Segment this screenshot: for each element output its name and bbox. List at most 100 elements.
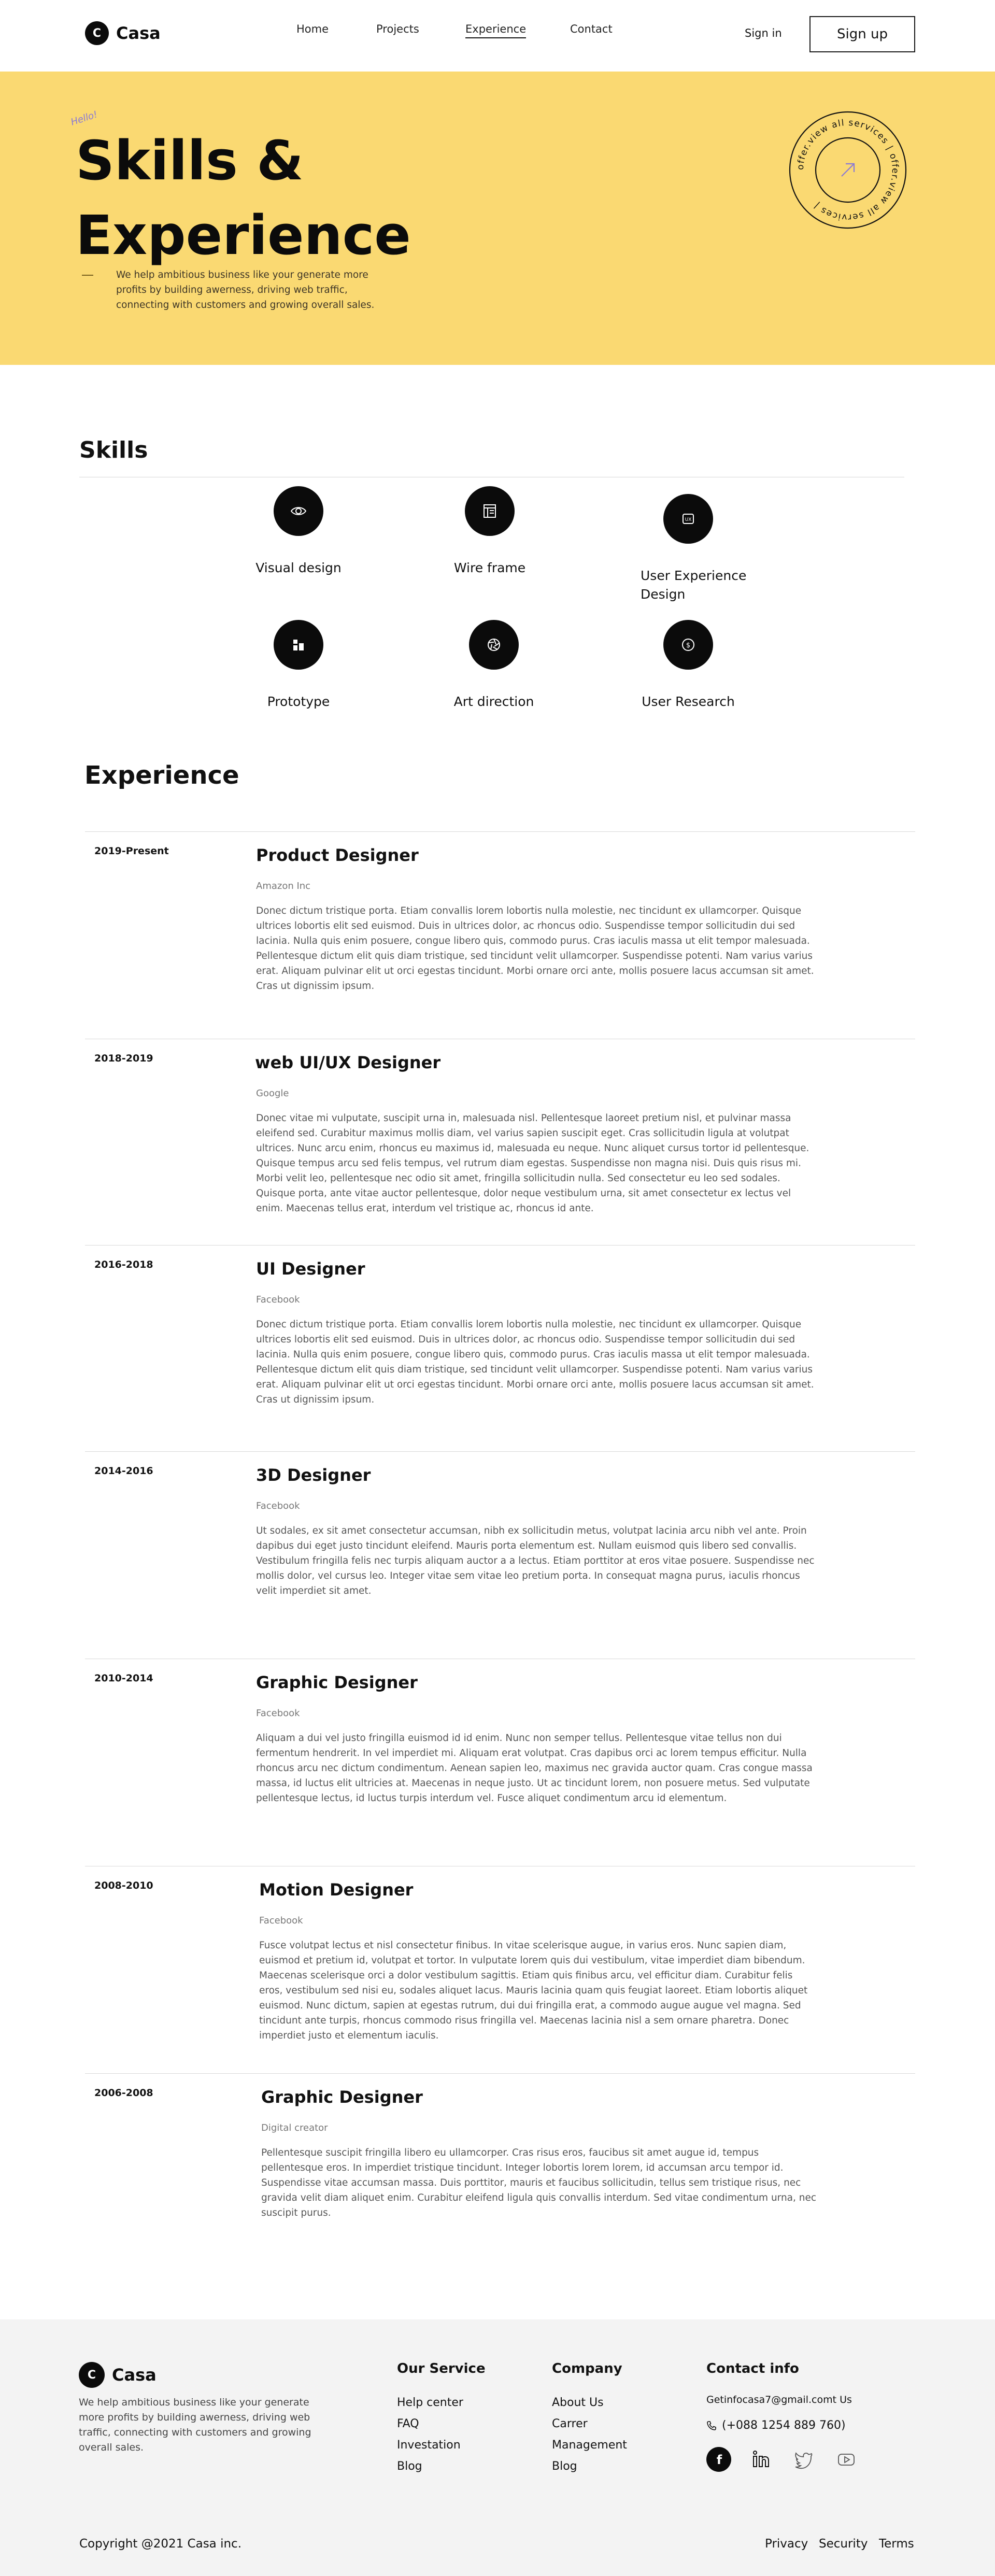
experience-years: 2010-2014 (94, 1673, 153, 1684)
experience-company: Facebook (256, 1294, 300, 1305)
footer-service-title: Our Service (397, 2361, 486, 2376)
experience-description: Fusce volutpat lectus et nisl consectetu… (259, 1940, 808, 2041)
footer-company-title: Company (552, 2361, 622, 2376)
experience-description: Donec dictum tristique porta. Etiam conv… (256, 1319, 814, 1405)
svg-text:UX: UX (685, 517, 692, 522)
skill-label: Wire frame (453, 560, 526, 575)
footer-link-help-center[interactable]: Help center (397, 2392, 486, 2413)
skill-label: Visual design (255, 560, 342, 575)
hero-dash (82, 275, 93, 276)
footer-phone[interactable]: (+088 1254 889 760) (706, 2418, 859, 2433)
hero-section: Hello! Skills & Experience We help ambit… (0, 72, 995, 365)
experience-role: Product Designer (256, 845, 419, 865)
experience-company: Google (256, 1088, 289, 1099)
experience-years: 2019-Present (94, 845, 169, 857)
nav-experience[interactable]: Experience (465, 23, 527, 38)
hero-text: We help ambitious business like your gen… (116, 270, 375, 310)
hero-title: Skills & Experience (76, 123, 542, 273)
footer-phone-number: (+088 1254 889 760) (722, 2419, 846, 2432)
nav-contact[interactable]: Contact (570, 23, 613, 35)
view-services-badge[interactable]: offer.view all services | offer.view all… (786, 108, 910, 232)
footer-link-carrer[interactable]: Carrer (552, 2413, 627, 2435)
experience-years: 2016-2018 (94, 1259, 153, 1270)
skill-label: Art direction (453, 694, 534, 709)
skill-prototype: Prototype (221, 620, 376, 711)
logo-mark: C (79, 2362, 105, 2388)
experience-role: web UI/UX Designer (255, 1053, 441, 1072)
eye-icon[interactable] (274, 486, 323, 536)
experience-role: UI Designer (256, 1259, 365, 1279)
experience-company: Facebook (259, 1915, 303, 1926)
skills-heading: Skills (79, 437, 148, 463)
logo-mark: C (85, 21, 109, 45)
wireframe-icon[interactable] (465, 486, 515, 536)
facebook-icon[interactable]: f (706, 2447, 731, 2472)
skill-user-research: $ User Research (610, 620, 766, 711)
experience-years: 2008-2010 (94, 1880, 153, 1891)
experience-role: Graphic Designer (261, 2087, 423, 2107)
footer-service-column: Our Service Help center FAQ Investation … (397, 2361, 486, 2477)
experience-description: Pellentesque suscipit fringilla libero e… (261, 2147, 817, 2218)
phone-icon (707, 2421, 716, 2430)
dollar-coin-icon[interactable]: $ (663, 620, 713, 670)
hero-title-line2: Experience (76, 204, 411, 267)
experience-item: 2016-2018 UI Designer Facebook Donec dic… (85, 1245, 915, 1451)
prototype-icon[interactable] (274, 620, 323, 670)
experience-years: 2014-2016 (94, 1465, 153, 1477)
linkedin-icon[interactable] (749, 2447, 774, 2472)
footer-about: We help ambitious business like your gen… (79, 2397, 311, 2453)
experience-company: Amazon Inc (256, 881, 311, 891)
experience-description: Aliquam a dui vel justo fringilla euismo… (256, 1733, 813, 1804)
footer-contact-column: Contact info Getinfocasa7@gmail.comt Us … (706, 2361, 859, 2472)
footer-email[interactable]: Getinfocasa7@gmail.comt Us (706, 2392, 859, 2408)
footer-link-faq[interactable]: FAQ (397, 2413, 486, 2435)
signin-link[interactable]: Sign in (745, 27, 782, 39)
footer-link-investation[interactable]: Investation (397, 2435, 486, 2456)
copyright-text: Copyright @2021 Casa inc. (79, 2537, 242, 2551)
nav-projects[interactable]: Projects (376, 23, 419, 35)
hero-title-line1: Skills & (76, 129, 304, 192)
experience-item: 2018-2019 web UI/UX Designer Google Done… (85, 1039, 915, 1245)
experience-item: 2006-2008 Graphic Designer Digital creat… (85, 2073, 915, 2229)
skill-wire-frame: Wire frame (412, 486, 567, 577)
experience-company: Digital creator (261, 2122, 328, 2133)
skill-label: User Experience Design (641, 568, 747, 602)
experience-description: Donec vitae mi vulputate, suscipit urna … (256, 1113, 809, 1214)
footer-link-about-us[interactable]: About Us (552, 2392, 627, 2413)
skill-visual-design: Visual design (221, 486, 376, 577)
experience-role: 3D Designer (256, 1465, 371, 1485)
footer-company-column: Company About Us Carrer Management Blog (552, 2361, 627, 2477)
ux-icon[interactable]: UX (663, 494, 713, 544)
footer-link-security[interactable]: Security (819, 2537, 868, 2551)
youtube-icon[interactable] (834, 2447, 859, 2472)
brand-logo[interactable]: C Casa (85, 21, 161, 45)
site-footer: C Casa We help ambitious business like y… (0, 2319, 995, 2576)
footer-link-blog[interactable]: Blog (397, 2456, 486, 2477)
experience-years: 2018-2019 (94, 1053, 153, 1064)
svg-text:$: $ (686, 642, 690, 649)
twitter-icon[interactable] (791, 2447, 816, 2472)
experience-company: Facebook (256, 1708, 300, 1719)
top-navbar: C Casa Home Projects Experience Contact … (0, 0, 995, 72)
logo-text: Casa (112, 2365, 157, 2385)
experience-item: 2014-2016 3D Designer Facebook Ut sodale… (85, 1451, 915, 1659)
experience-description: Ut sodales, ex sit amet consectetur accu… (256, 1525, 815, 1596)
nav-home[interactable]: Home (296, 23, 329, 35)
footer-logo[interactable]: C Casa (79, 2362, 157, 2388)
experience-item: 2008-2010 Motion Designer Facebook Fusce… (85, 1866, 915, 2073)
aperture-icon[interactable] (469, 620, 519, 670)
footer-link-terms[interactable]: Terms (879, 2537, 914, 2551)
experience-role: Motion Designer (259, 1880, 414, 1900)
experience-description: Donec dictum tristique porta. Etiam conv… (256, 905, 814, 992)
experience-item: 2010-2014 Graphic Designer Facebook Aliq… (85, 1659, 915, 1866)
logo-text: Casa (116, 23, 161, 43)
footer-link-privacy[interactable]: Privacy (765, 2537, 808, 2551)
experience-company: Facebook (256, 1501, 300, 1511)
skill-art-direction: Art direction (416, 620, 572, 711)
footer-link-blog-company[interactable]: Blog (552, 2456, 627, 2477)
experience-item: 2019-Present Product Designer Amazon Inc… (85, 831, 915, 1039)
footer-link-management[interactable]: Management (552, 2435, 627, 2456)
experience-role: Graphic Designer (256, 1673, 418, 1692)
experience-heading: Experience (84, 761, 239, 790)
signup-button[interactable]: Sign up (809, 16, 915, 52)
